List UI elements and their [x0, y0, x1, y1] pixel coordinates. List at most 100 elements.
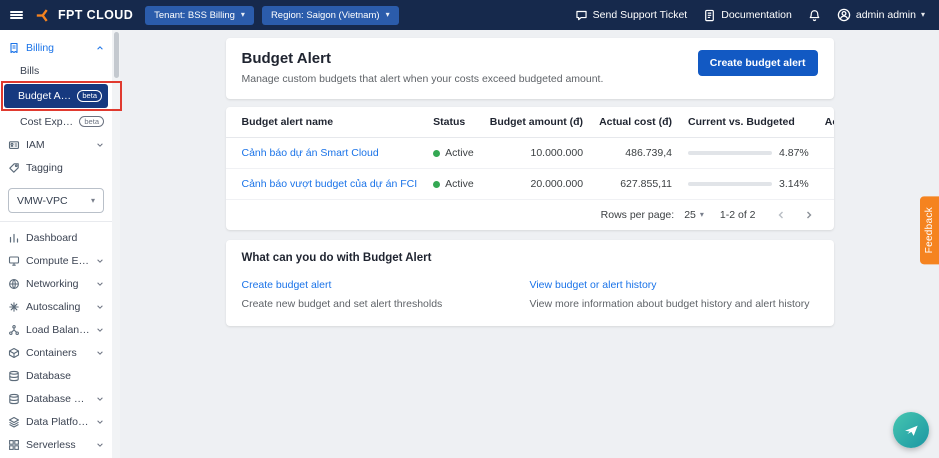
rows-per-page-select[interactable]: 25 ▾	[684, 209, 704, 221]
chevron-down-icon	[96, 395, 104, 403]
chevron-down-icon	[96, 141, 104, 149]
column-header: Actions	[816, 107, 834, 138]
sidebar-item-label: Database	[26, 369, 71, 382]
chevron-up-icon	[96, 44, 104, 52]
support-ticket-icon	[575, 9, 588, 22]
sidebar-item-label: Load Balancer	[26, 323, 90, 336]
next-page-button[interactable]	[800, 210, 818, 220]
progress-percent: 3.14%	[778, 178, 809, 190]
user-avatar-icon	[837, 8, 851, 22]
chevron-down-icon: ▾	[920, 10, 925, 19]
documentation-icon	[703, 9, 716, 22]
previous-page-button[interactable]	[772, 210, 790, 220]
sidebar-item-label: Billing	[26, 41, 55, 54]
vpc-selector[interactable]: VMW-VPC ▾	[8, 188, 104, 213]
fpt-logo-icon	[35, 8, 53, 22]
support-ticket-label: Send Support Ticket	[592, 9, 688, 21]
sidebar-item-serverless[interactable]: Serverless	[0, 433, 112, 456]
sidebar-item-label: Compute Engine	[26, 254, 90, 267]
sidebar-item-budget-alert[interactable]: Budget Alert beta	[1, 81, 122, 111]
chevron-down-icon: ▾	[699, 210, 704, 219]
chevron-down-icon	[96, 418, 104, 426]
beta-badge: beta	[77, 90, 102, 102]
database-platform-icon	[8, 393, 20, 405]
progress-percent: 4.87%	[778, 147, 809, 159]
help-create-budget-link[interactable]: Create budget alert	[242, 279, 332, 291]
budget-amount: 10.000.000	[481, 137, 592, 169]
progress-track	[687, 151, 772, 155]
sidebar-item-label: Containers	[26, 346, 77, 359]
sidebar-item-label: Database Platform	[26, 392, 90, 405]
identity-icon	[8, 139, 20, 151]
sidebar-item-load-balancer[interactable]: Load Balancer	[0, 318, 112, 341]
budget-alert-name-link[interactable]: Cảnh báo dự án Smart Cloud	[242, 147, 379, 159]
sidebar-scrollbar[interactable]	[112, 30, 120, 458]
column-header: Current vs. Budgeted	[679, 107, 817, 138]
page-title: Budget Alert	[241, 50, 331, 67]
help-view-history-link[interactable]: View budget or alert history	[530, 279, 657, 291]
sidebar-item-tagging[interactable]: Tagging	[0, 156, 112, 179]
sidebar-item-billing[interactable]: Billing	[0, 36, 112, 59]
dashboard-icon	[8, 232, 20, 244]
sidebar-item-iam[interactable]: IAM	[0, 133, 112, 156]
chat-assistant-button[interactable]	[893, 412, 929, 448]
table-pagination: Rows per page: 25 ▾ 1-2 of 2	[226, 200, 834, 230]
sidebar-item-networking[interactable]: Networking	[0, 272, 112, 295]
autoscaling-icon	[8, 301, 20, 313]
budget-alert-name-link[interactable]: Cảnh báo vượt budget của dự án FCI	[242, 178, 418, 190]
chevron-down-icon	[96, 326, 104, 334]
sidebar: Billing Bills Budget Alert beta Cost Exp…	[0, 30, 122, 458]
status-label: Active	[445, 147, 474, 159]
help-description: Create new budget and set alert threshol…	[241, 298, 443, 310]
progress-cell: 3.14%	[687, 178, 809, 190]
help-description: View more information about budget histo…	[529, 298, 810, 310]
sidebar-item-compute-engine[interactable]: Compute Engine	[0, 249, 112, 272]
sidebar-item-label: IAM	[26, 138, 45, 151]
budget-alert-table-card: Budget alert name Status Budget amount (…	[225, 107, 834, 230]
pagination-range: 1-2 of 2	[719, 209, 756, 221]
chevron-down-icon	[96, 441, 104, 449]
sidebar-item-cost-explorer[interactable]: Cost Explorer beta	[0, 110, 112, 133]
feedback-tab[interactable]: Feedback	[920, 196, 939, 265]
create-budget-alert-button[interactable]: Create budget alert	[697, 50, 818, 76]
send-support-ticket-button[interactable]: Send Support Ticket	[575, 9, 688, 22]
hamburger-menu-icon[interactable]	[0, 0, 33, 30]
column-header: Actual cost (đ)	[591, 107, 680, 138]
top-bar: FPT CLOUD Tenant: BSS Billing ▾ Region: …	[0, 0, 939, 30]
billing-icon	[8, 42, 20, 54]
documentation-button[interactable]: Documentation	[703, 9, 792, 22]
load-balancer-icon	[8, 324, 20, 336]
rows-per-page-label: Rows per page:	[600, 209, 675, 221]
vpc-selected-value: VMW-VPC	[17, 194, 68, 207]
page-subtitle: Manage custom budgets that alert when yo…	[241, 73, 604, 85]
tenant-selector[interactable]: Tenant: BSS Billing ▾	[145, 5, 254, 25]
actual-cost: 627.855,11	[591, 168, 680, 200]
chevron-down-icon	[96, 349, 104, 357]
chevron-down-icon: ▾	[90, 195, 95, 205]
tenant-label: Tenant: BSS Billing	[154, 9, 235, 21]
sidebar-item-dashboard[interactable]: Dashboard	[0, 226, 112, 249]
sidebar-item-database-platform[interactable]: Database Platform	[0, 387, 112, 410]
help-title: What can you do with Budget Alert	[241, 252, 432, 264]
page-header-card: Budget Alert Manage custom budgets that …	[225, 38, 834, 99]
region-selector[interactable]: Region: Saigon (Vietnam) ▾	[261, 5, 399, 25]
network-globe-icon	[8, 278, 20, 290]
sidebar-item-database[interactable]: Database	[0, 364, 112, 387]
status-dot	[433, 180, 441, 188]
notifications-button[interactable]	[808, 9, 821, 22]
column-header: Status	[425, 107, 482, 138]
chevron-down-icon	[96, 257, 104, 265]
sidebar-item-bills[interactable]: Bills	[0, 59, 112, 82]
sidebar-item-label: Budget Alert	[18, 90, 72, 102]
sidebar-item-label: Bills	[20, 64, 40, 77]
sidebar-item-label: Tagging	[26, 161, 63, 174]
sidebar-item-containers[interactable]: Containers	[0, 341, 112, 364]
user-menu[interactable]: admin admin ▾	[837, 8, 925, 22]
chevron-down-icon: ▾	[240, 10, 245, 19]
data-platform-icon	[8, 416, 20, 428]
sidebar-item-data-platform[interactable]: Data Platform	[0, 410, 112, 433]
bell-icon	[808, 9, 821, 22]
scrollbar-thumb[interactable]	[113, 32, 119, 78]
sidebar-item-autoscaling[interactable]: Autoscaling	[0, 295, 112, 318]
fpt-cloud-logo[interactable]: FPT CLOUD	[35, 8, 133, 22]
